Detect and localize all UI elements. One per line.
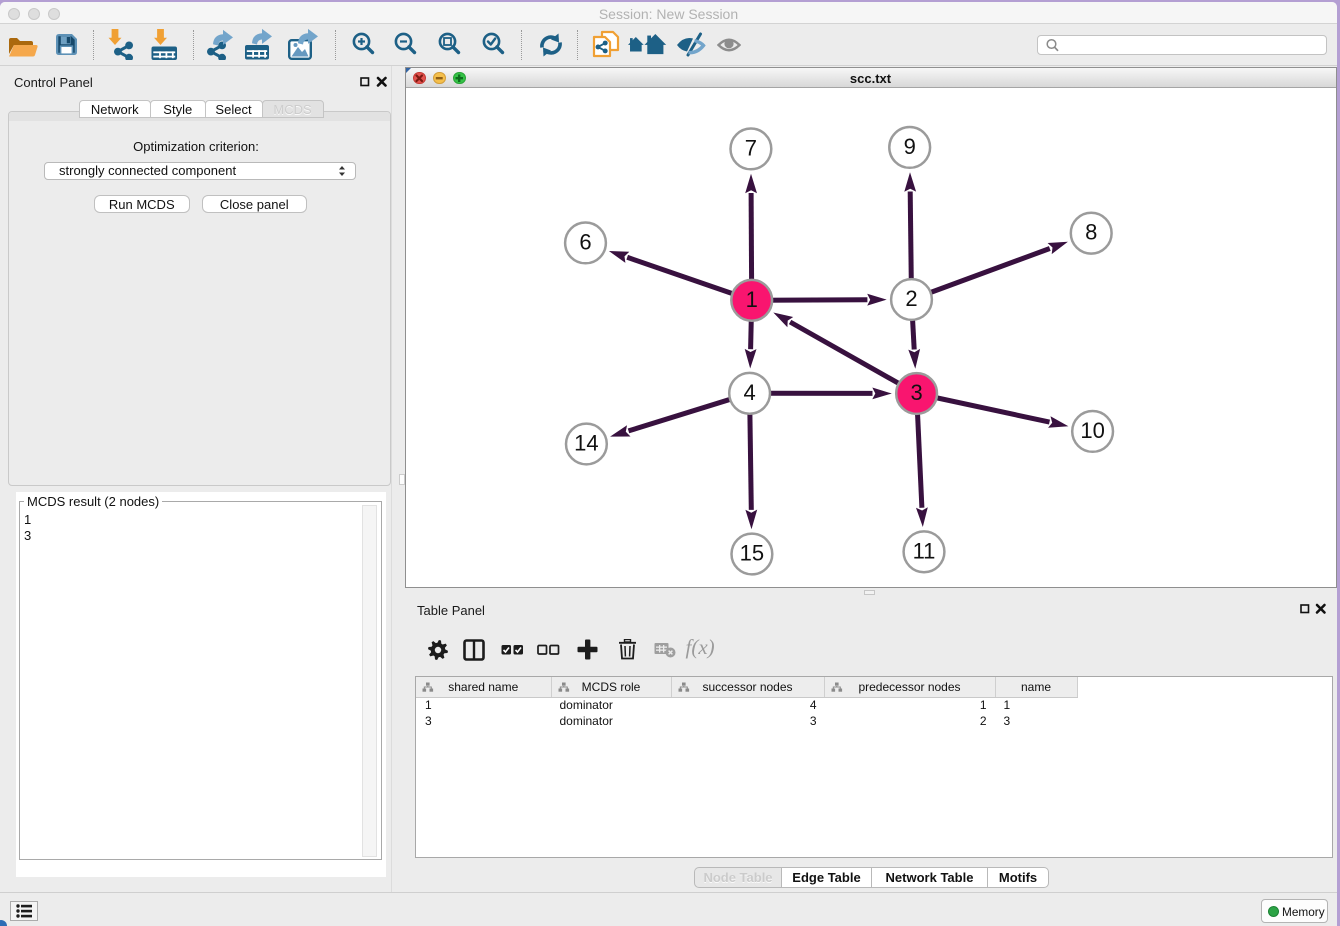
svg-text:4: 4 (743, 379, 755, 404)
svg-text:14: 14 (574, 430, 598, 455)
svg-text:8: 8 (1085, 219, 1097, 244)
svg-text:1: 1 (745, 286, 757, 311)
svg-text:3: 3 (910, 380, 922, 405)
svg-text:15: 15 (739, 540, 763, 565)
svg-text:2: 2 (905, 286, 917, 311)
svg-text:11: 11 (912, 538, 935, 563)
svg-text:6: 6 (579, 229, 591, 254)
svg-text:7: 7 (744, 135, 756, 160)
svg-text:10: 10 (1080, 417, 1104, 442)
svg-text:9: 9 (903, 133, 915, 158)
